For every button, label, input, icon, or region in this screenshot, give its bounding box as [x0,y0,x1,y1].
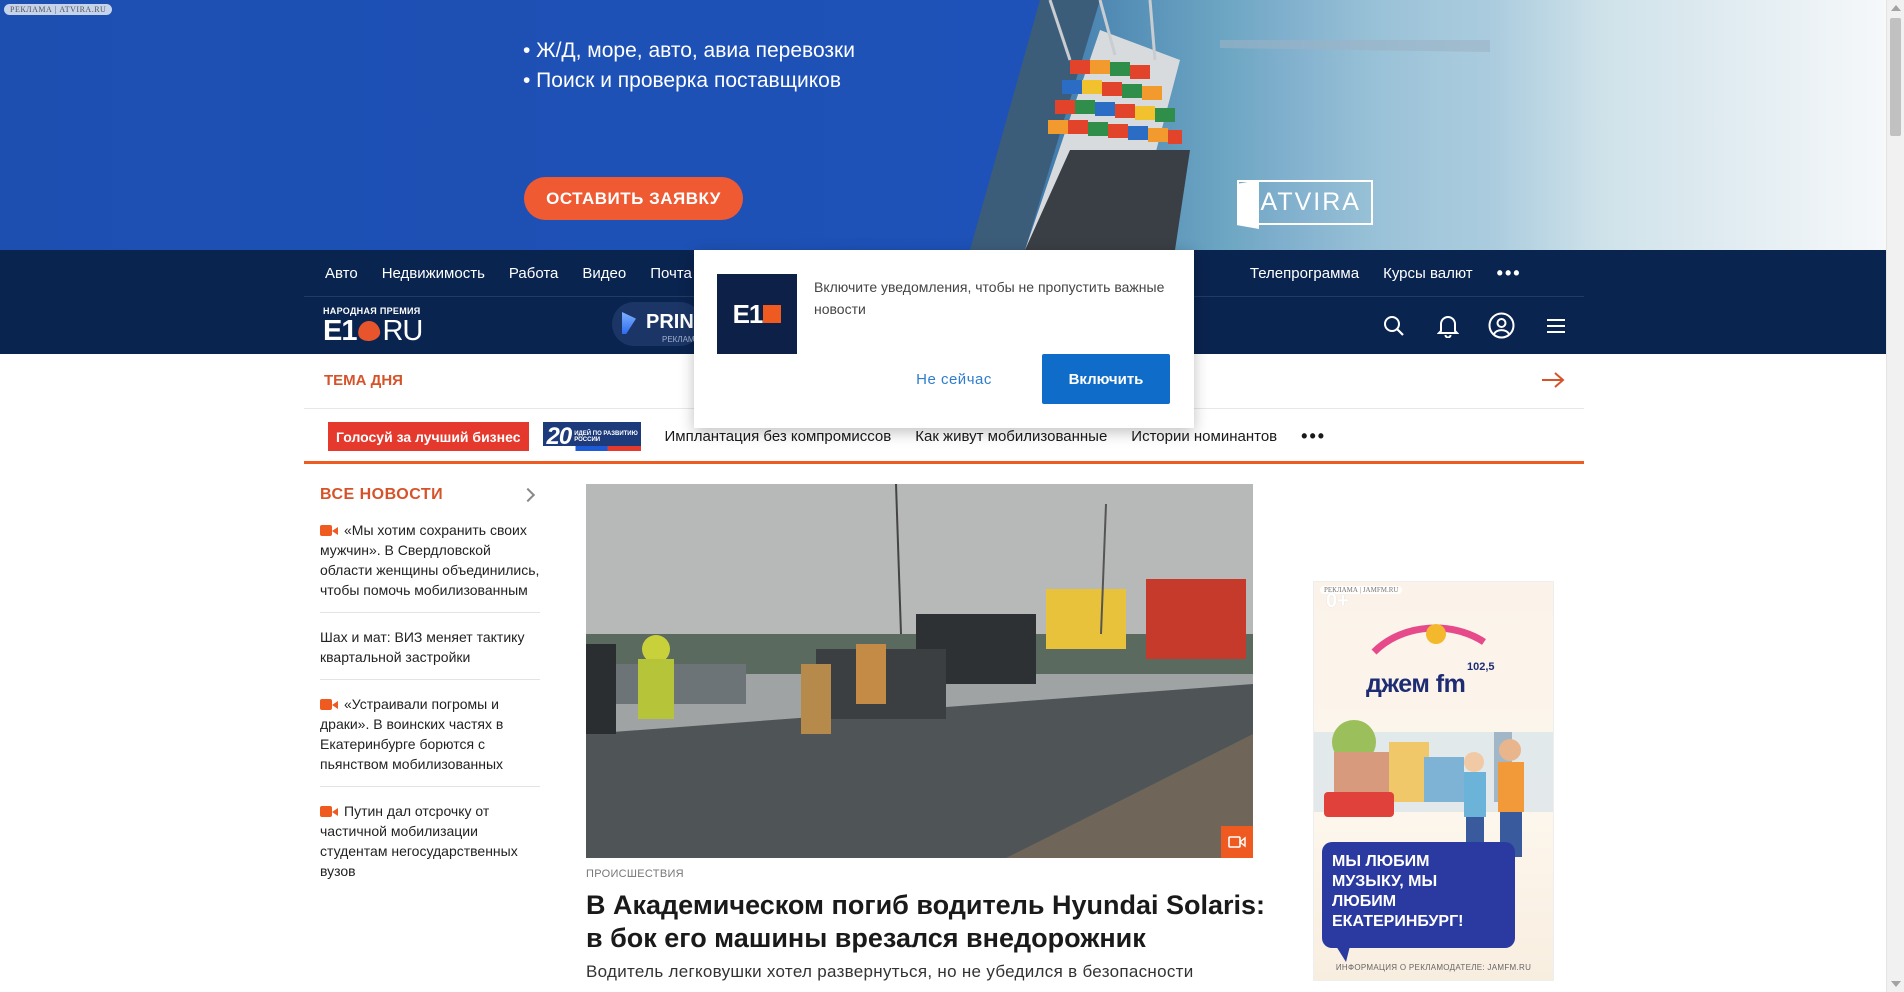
nav-item-currency[interactable]: Курсы валют [1383,265,1473,282]
tag-link-mobilized[interactable]: Как живут мобилизованные [915,428,1107,445]
scrollbar-thumb[interactable] [1890,18,1901,136]
accident-scene-image [586,484,1253,858]
video-camera-icon [320,699,338,710]
enable-notifications-button[interactable]: Включить [1042,354,1170,404]
not-now-button[interactable]: Не сейчас [904,354,1004,404]
arrow-right-icon[interactable] [1540,370,1566,390]
atvira-logo: ATVIRA [1237,180,1373,229]
twenty-ideas-text: ИДЕЙ ПО РАЗВИТИЮ РОССИИ [574,430,638,443]
theme-of-day-label: ТЕМА ДНЯ [324,372,403,389]
scroll-up-arrow-icon[interactable] [1891,5,1901,11]
nav-item-auto[interactable]: Авто [325,265,358,282]
e1-app-icon-text: E1 [732,298,764,329]
atvira-logo-text: ATVIRA [1260,188,1361,216]
news-item[interactable]: «Мы хотим сохранить своих мужчин». В Све… [320,506,540,613]
e1-logo[interactable]: НАРОДНАЯ ПРЕМИЯ E1 RU [323,306,423,347]
user-icon[interactable] [1488,312,1515,339]
prime-ad-label: РЕКЛАМ [662,335,695,344]
nav-more-button[interactable]: ••• [1497,263,1522,284]
prime-ad[interactable]: PRIN РЕКЛАМ [612,302,702,346]
all-news-title: ВСЕ НОВОСТИ [320,486,444,503]
all-news-sidebar: ВСЕ НОВОСТИ «Мы хотим сохранить своих му… [320,484,540,893]
nav-item-realty[interactable]: Недвижимость [382,265,485,282]
banner-cta-button[interactable]: ОСТАВИТЬ ЗАЯВКУ [524,177,743,220]
bell-icon[interactable] [1434,312,1461,339]
banner-bullet: • Ж/Д, море, авто, авиа перевозки [523,39,855,62]
news-item[interactable]: Шах и мат: ВИЗ меняет тактику квартально… [320,613,540,680]
e1-app-icon: E1 [717,274,797,354]
news-item[interactable]: Путин дал отсрочку от частичной мобилиза… [320,787,540,893]
search-icon[interactable] [1380,312,1407,339]
jamfm-ad[interactable]: РЕКЛАМА | JAMFM.RU 0+ джем fm 102,5 Мы л… [1313,581,1554,981]
nav-item-video[interactable]: Видео [582,265,626,282]
video-camera-icon [320,806,338,817]
news-item-text: «Устраивали погромы и драки». В воинских… [320,696,504,772]
cargo-ship-image [970,0,1490,250]
nav-item-tv[interactable]: Телепрограмма [1250,265,1359,282]
scroll-down-arrow-icon[interactable] [1891,981,1901,987]
page-scrollbar[interactable] [1886,0,1904,992]
news-item-text: Шах и мат: ВИЗ меняет тактику квартально… [320,629,525,665]
notification-permission-popup: E1 Включите уведомления, чтобы не пропус… [694,250,1194,428]
prime-text: PRIN [646,311,694,333]
tag-link-implant[interactable]: Имплантация без компромиссов [665,428,892,445]
article-headline[interactable]: В Академическом погиб водитель Hyundai S… [586,889,1266,955]
prime-logo-icon [622,312,636,334]
header-actions [1380,312,1569,339]
popup-message: Включите уведомления, чтобы не пропустит… [814,279,1165,317]
nav-item-mail[interactable]: Почта [650,265,692,282]
tags-more-button[interactable]: ••• [1301,426,1326,447]
jamfm-frequency: 102,5 [1467,661,1495,673]
vote-business-tag[interactable]: Голосуй за лучший бизнес [328,422,529,451]
video-icon [1221,826,1253,858]
news-item-text: «Мы хотим сохранить своих мужчин». В Све… [320,522,540,598]
news-item[interactable]: «Устраивали погромы и драки». В воинских… [320,680,540,787]
flag-stripe [542,446,641,451]
banner-bullets: • Ж/Д, море, авто, авиа перевозки • Поис… [523,36,855,96]
chevron-right-icon [520,487,536,503]
nav-item-jobs[interactable]: Работа [509,265,559,282]
jamfm-slogan: Мы любим музыку, мы любим Екатеринбург! [1322,842,1515,962]
advertiser-info[interactable]: ИНФОРМАЦИЯ О РЕКЛАМОДАТЕЛЕ: JAMFM.RU [1314,963,1553,972]
menu-icon[interactable] [1542,312,1569,339]
video-camera-icon [320,525,338,536]
tag-link-nominees[interactable]: Истории номинантов [1131,428,1277,445]
age-rating: 0+ [1326,590,1349,612]
ad-label: РЕКЛАМА | ATVIRA.RU [4,4,113,15]
jamfm-brand: джем fm [1366,670,1466,698]
article-lead: Водитель легковушки хотел развернуться, … [586,962,1194,981]
all-news-header[interactable]: ВСЕ НОВОСТИ [320,484,540,506]
orange-square-icon [763,305,782,323]
logo-ru-text: RU [382,315,423,347]
news-item-text: Путин дал отсрочку от частичной мобилиза… [320,803,518,879]
door-icon [1237,180,1259,229]
article-photo[interactable] [586,484,1253,858]
banner-bullet: • Поиск и проверка поставщиков [523,69,841,92]
heart-icon [357,319,382,343]
article-category[interactable]: ПРОИСШЕСТВИЯ [586,868,684,880]
twenty-ideas-tag[interactable]: 20 ИДЕЙ ПО РАЗВИТИЮ РОССИИ [542,422,641,451]
top-banner-ad[interactable]: РЕКЛАМА | ATVIRA.RU • Ж/Д, море, авто, а… [0,0,1886,250]
logo-e1-text: E1 [323,315,357,347]
